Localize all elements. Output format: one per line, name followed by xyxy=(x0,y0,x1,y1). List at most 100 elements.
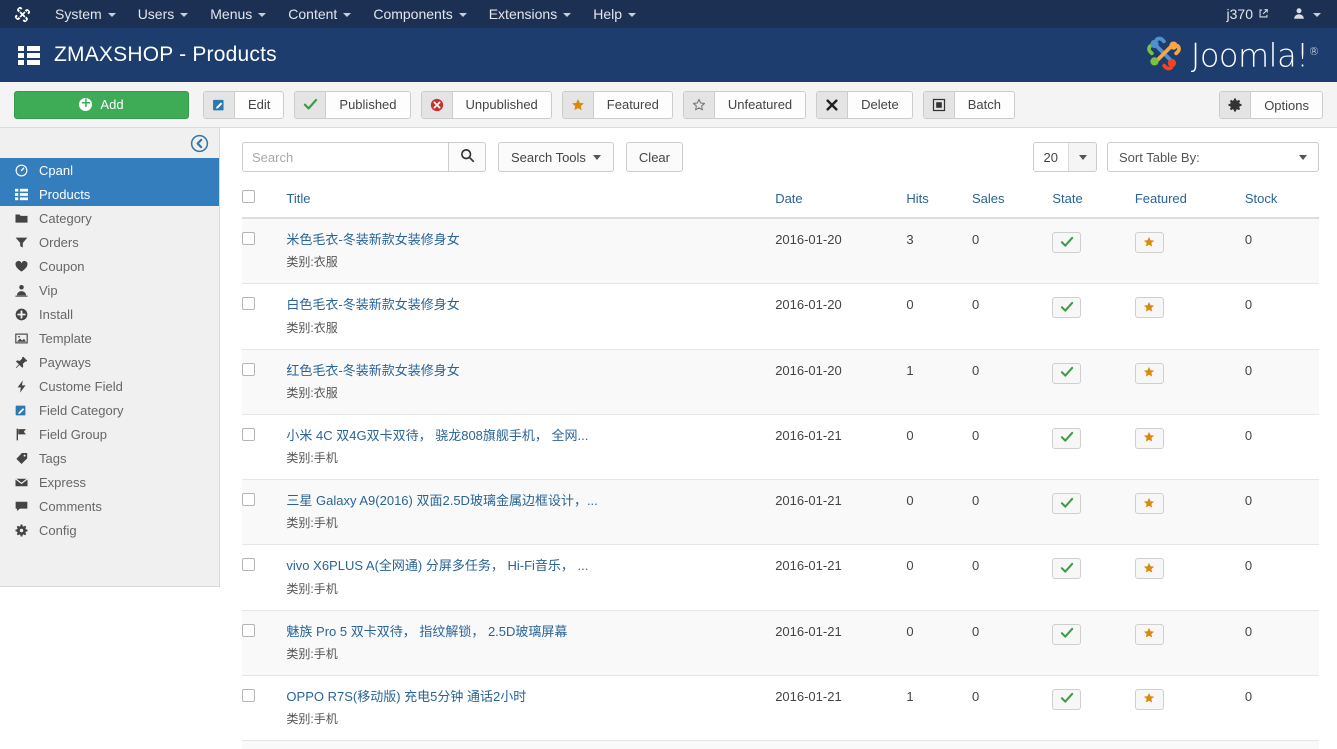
column-header-title[interactable]: Title xyxy=(286,186,776,219)
product-title-link[interactable]: 米色毛衣-冬装新款女装修身女 xyxy=(286,232,775,248)
checkbox-icon[interactable] xyxy=(242,688,255,702)
checkbox-icon[interactable] xyxy=(242,427,255,441)
product-title-link[interactable]: 白色毛衣-冬装新款女装修身女 xyxy=(286,297,775,313)
state-toggle-button[interactable] xyxy=(1052,688,1082,710)
delete-button[interactable]: Delete xyxy=(816,90,913,119)
row-select-cell[interactable] xyxy=(242,283,287,350)
menu-menus[interactable]: Menus xyxy=(199,0,277,28)
state-toggle-button[interactable] xyxy=(1052,427,1082,449)
add-button[interactable]: + Add xyxy=(14,90,189,119)
check-icon xyxy=(1060,236,1074,250)
sidebar-item-template[interactable]: Template xyxy=(0,326,219,350)
checkbox-icon[interactable] xyxy=(242,558,255,572)
featured-toggle-button[interactable] xyxy=(1134,297,1164,319)
sidebar-item-install[interactable]: Install xyxy=(0,302,219,326)
featured-toggle-button[interactable] xyxy=(1134,362,1164,384)
state-toggle-button[interactable] xyxy=(1052,232,1082,253)
row-select-cell[interactable] xyxy=(242,610,287,676)
product-title-link[interactable]: vivo X6PLUS A(全网通) 分屏多任务， Hi-Fi音乐， ... xyxy=(286,558,775,574)
search-button[interactable] xyxy=(448,142,486,172)
featured-toggle-button[interactable] xyxy=(1134,232,1164,253)
column-header-featured[interactable]: Featured xyxy=(1134,186,1245,219)
sidebar-item-products[interactable]: Products xyxy=(0,182,219,206)
sidebar-item-cpanl[interactable]: Cpanl xyxy=(0,158,219,182)
row-title-cell: 华为 MATE8 独立ISP改善拍照效果， 双卡双4G功能...类别:手机 xyxy=(286,740,776,749)
clear-button[interactable]: Clear xyxy=(625,142,683,172)
product-title-link[interactable]: OPPO R7S(移动版) 充电5分钟 通话2小时 xyxy=(286,689,775,705)
unpublished-button[interactable]: Unpublished xyxy=(420,90,552,119)
featured-toggle-button[interactable] xyxy=(1134,558,1164,580)
checkbox-icon[interactable] xyxy=(242,362,255,376)
edit-button[interactable]: Edit xyxy=(203,90,285,119)
joomla-logo-icon[interactable] xyxy=(0,0,44,28)
featured-button[interactable]: Featured xyxy=(561,90,673,119)
checkbox-icon[interactable] xyxy=(242,190,255,203)
featured-toggle-button[interactable] xyxy=(1134,493,1164,514)
row-select-cell[interactable] xyxy=(242,740,287,749)
row-select-cell[interactable] xyxy=(242,218,287,285)
state-toggle-button[interactable] xyxy=(1052,493,1082,514)
row-date-cell: 2016-01-21 xyxy=(775,610,907,676)
checkbox-icon[interactable] xyxy=(242,232,255,245)
featured-toggle-button[interactable] xyxy=(1134,427,1164,449)
sort-table-select[interactable]: Sort Table By: xyxy=(1107,142,1319,172)
sidebar-item-express[interactable]: Express xyxy=(0,470,219,494)
featured-toggle-button[interactable] xyxy=(1134,688,1164,710)
sidebar-item-custome-field[interactable]: Custome Field xyxy=(0,374,219,398)
menu-users[interactable]: Users xyxy=(127,0,200,28)
sidebar-item-vip[interactable]: Vip xyxy=(0,278,219,302)
row-select-cell[interactable] xyxy=(242,544,287,611)
chevron-down-icon xyxy=(458,13,467,17)
user-menu-button[interactable] xyxy=(1283,0,1331,28)
menu-components[interactable]: Components xyxy=(362,0,477,28)
search-input[interactable] xyxy=(242,142,448,172)
arrow-circle-left-icon[interactable] xyxy=(190,134,209,153)
column-header-stock[interactable]: Stock xyxy=(1244,186,1319,219)
menu-help[interactable]: Help xyxy=(582,0,647,28)
checkbox-icon[interactable] xyxy=(242,297,255,311)
column-header-date[interactable]: Date xyxy=(775,186,907,219)
sidebar-item-config[interactable]: Config xyxy=(0,518,219,542)
sidebar-item-orders[interactable]: Orders xyxy=(0,230,219,254)
table-row: 米色毛衣-冬装新款女装修身女 类别:衣服 2016-01-20 3 0 0 xyxy=(242,218,1319,285)
checkbox-icon[interactable] xyxy=(242,493,255,506)
state-toggle-button[interactable] xyxy=(1052,623,1082,645)
select-all-header[interactable] xyxy=(242,186,287,219)
published-button[interactable]: Published xyxy=(294,90,411,119)
product-title-link[interactable]: 红色毛衣-冬装新款女装修身女 xyxy=(286,363,775,379)
menu-system[interactable]: System xyxy=(44,0,127,28)
sidebar-item-tags[interactable]: Tags xyxy=(0,446,219,470)
featured-toggle-button[interactable] xyxy=(1134,623,1164,645)
state-toggle-button[interactable] xyxy=(1052,558,1082,580)
table-row: 白色毛衣-冬装新款女装修身女 类别:衣服 2016-01-20 0 0 0 xyxy=(242,283,1319,350)
product-title-link[interactable]: 小米 4C 双4G双卡双待， 骁龙808旗舰手机， 全网... xyxy=(286,428,775,444)
sidebar-item-coupon[interactable]: Coupon xyxy=(0,254,219,278)
column-header-state[interactable]: State xyxy=(1052,186,1135,219)
menu-extensions[interactable]: Extensions xyxy=(478,0,582,28)
product-title-link[interactable]: 魅族 Pro 5 双卡双待， 指纹解锁， 2.5D玻璃屏幕 xyxy=(286,624,775,640)
list-limit-select[interactable]: 20 xyxy=(1032,142,1097,172)
row-select-cell[interactable] xyxy=(242,349,287,415)
sidebar-item-comments[interactable]: Comments xyxy=(0,494,219,518)
sidebar-item-category[interactable]: Category xyxy=(0,206,219,230)
sidebar-item-payways[interactable]: Payways xyxy=(0,350,219,374)
row-select-cell[interactable] xyxy=(242,479,287,546)
star-filled-icon xyxy=(562,91,594,118)
unfeatured-button[interactable]: Unfeatured xyxy=(682,90,807,119)
column-header-sales[interactable]: Sales xyxy=(971,186,1053,219)
checkbox-icon[interactable] xyxy=(242,623,255,637)
row-select-cell[interactable] xyxy=(242,414,287,481)
menu-content[interactable]: Content xyxy=(277,0,362,28)
view-site-link[interactable]: j370 xyxy=(1217,0,1279,28)
state-toggle-button[interactable] xyxy=(1052,362,1082,384)
check-icon xyxy=(1060,366,1074,380)
sidebar-item-field-category[interactable]: Field Category xyxy=(0,398,219,422)
product-title-link[interactable]: 三星 Galaxy A9(2016) 双面2.5D玻璃金属边框设计，... xyxy=(286,493,775,509)
batch-button[interactable]: Batch xyxy=(922,90,1015,119)
row-select-cell[interactable] xyxy=(242,675,287,742)
column-header-hits[interactable]: Hits xyxy=(906,186,972,219)
sidebar-item-field-group[interactable]: Field Group xyxy=(0,422,219,446)
options-button[interactable]: Options xyxy=(1219,91,1323,119)
search-tools-button[interactable]: Search Tools xyxy=(498,142,614,172)
state-toggle-button[interactable] xyxy=(1052,297,1082,319)
